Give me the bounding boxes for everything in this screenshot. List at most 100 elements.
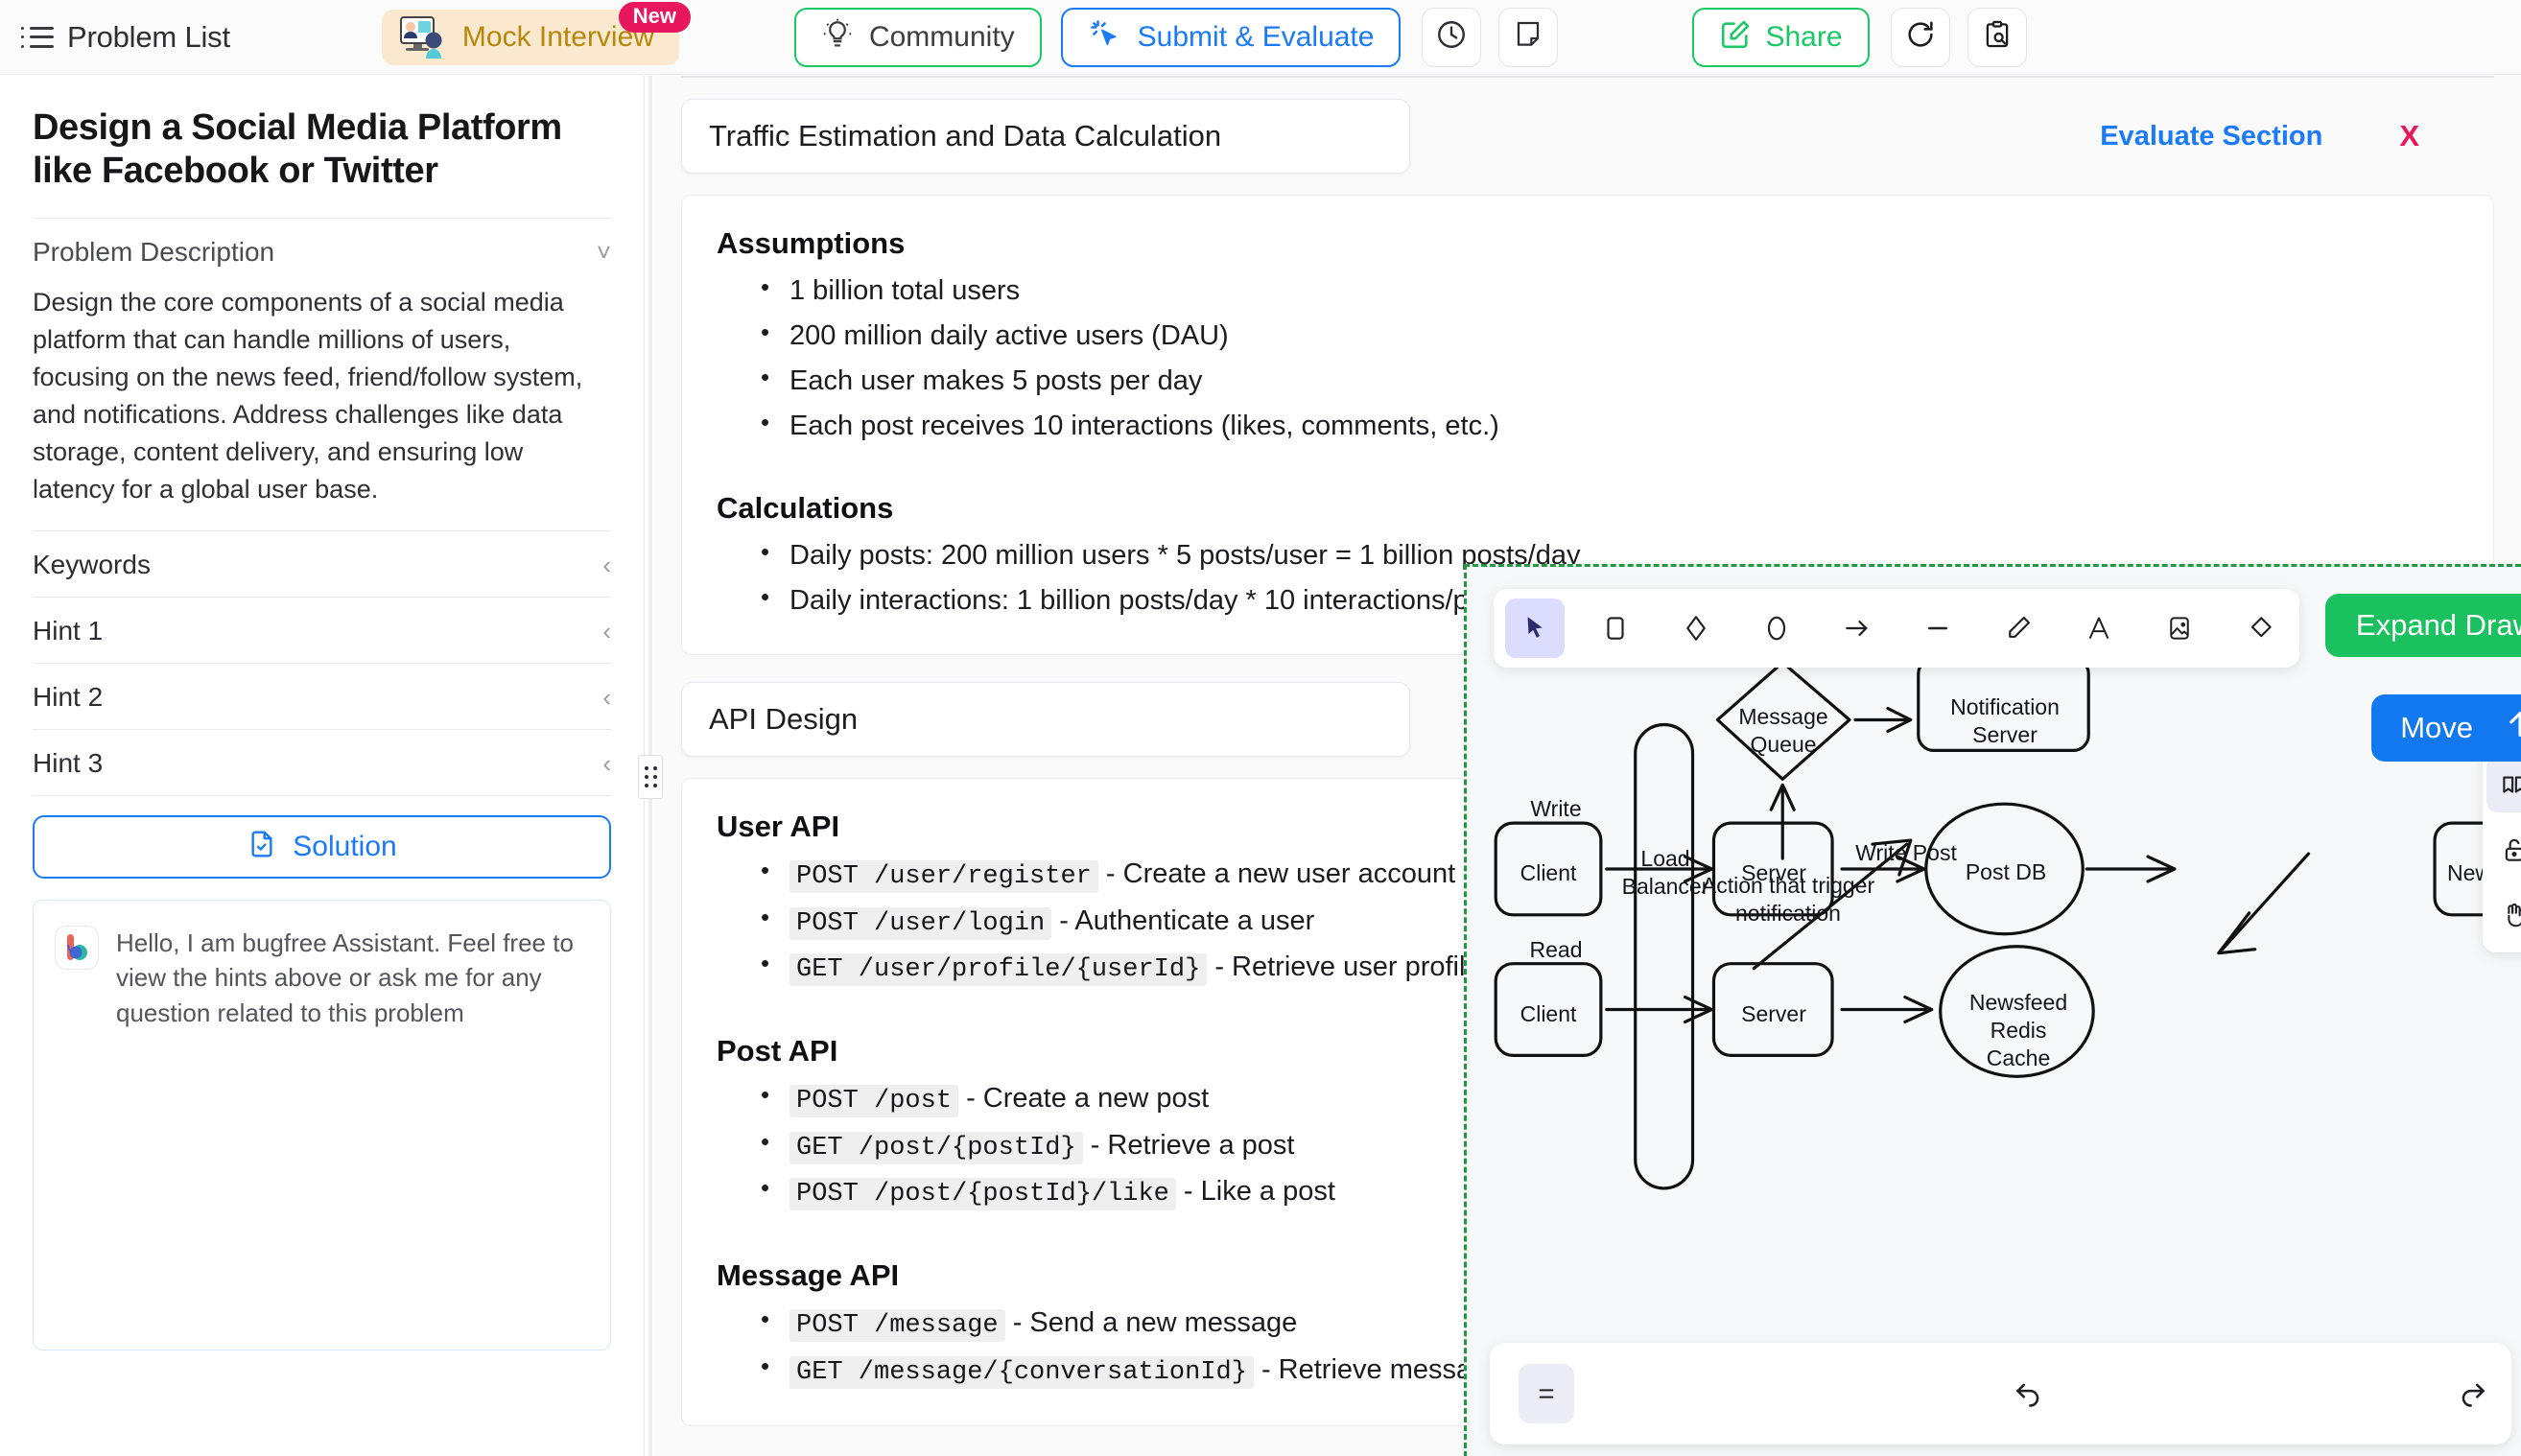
refresh-icon: [1904, 18, 1937, 56]
sidebar-item-hint-3[interactable]: Hint 3 ‹: [33, 729, 611, 795]
list-item: Each user makes 5 posts per day: [761, 359, 2459, 404]
community-label: Community: [869, 21, 1015, 54]
list-item: 1 billion total users: [761, 269, 2459, 314]
history-button[interactable]: [1422, 8, 1481, 67]
clock-icon: [1435, 18, 1468, 56]
draw-side-tools: [2483, 747, 2521, 952]
accordion-label: Keywords: [33, 550, 151, 580]
endpoint-desc: - Create a new user account: [1098, 858, 1455, 889]
clipboard-search-icon: [1982, 19, 2013, 55]
notes-button[interactable]: [1498, 8, 1558, 67]
move-button[interactable]: Move: [2371, 694, 2521, 762]
section-header-traffic: Traffic Estimation and Data Calculation …: [681, 99, 2494, 174]
chevron-left-icon: ‹: [602, 685, 611, 710]
solution-label: Solution: [293, 831, 396, 863]
section-title-traffic[interactable]: Traffic Estimation and Data Calculation: [681, 99, 1410, 174]
problem-list-label[interactable]: Problem List: [67, 20, 230, 55]
page-title: Design a Social Media Platform like Face…: [33, 106, 611, 193]
endpoint-code: GET /post/{postId}: [789, 1132, 1083, 1164]
problem-sidebar: Design a Social Media Platform like Face…: [0, 76, 645, 1456]
solution-button[interactable]: Solution: [33, 815, 611, 879]
share-label: Share: [1765, 21, 1842, 54]
eraser-tool[interactable]: [2230, 599, 2290, 658]
rectangle-tool[interactable]: [1586, 599, 1645, 658]
accordion-problem-description[interactable]: Problem Description ˅: [33, 218, 611, 284]
chevron-left-icon: ‹: [602, 619, 611, 644]
redo-button[interactable]: [2457, 1375, 2489, 1413]
divider: [33, 795, 611, 796]
diagram-label-write: Write: [1513, 795, 1599, 823]
accordion-label: Problem Description: [33, 237, 274, 268]
arrow-up-icon: [2504, 708, 2521, 748]
endpoint-desc: - Send a new message: [1005, 1307, 1298, 1338]
close-section-button[interactable]: X: [2399, 119, 2419, 153]
move-label: Move: [2400, 711, 2473, 745]
submit-evaluate-button[interactable]: Submit & Evaluate: [1061, 8, 1402, 67]
app-root: Problem List Mock Interview: [0, 0, 2521, 1456]
list-item: Each post receives 10 interactions (like…: [761, 404, 2459, 449]
draw-menu-button[interactable]: [1519, 1364, 1574, 1423]
diagram-node-message-queue: Message Queue: [1735, 703, 1831, 759]
diagram-node-post-db: Post DB: [1946, 858, 2065, 886]
sidebar-item-keywords[interactable]: Keywords ‹: [33, 530, 611, 597]
endpoint-code: POST /post/{postId}/like: [789, 1178, 1176, 1210]
diagram-node-notification-server: Notification Server: [1920, 693, 2090, 749]
submit-evaluate-label: Submit & Evaluate: [1138, 21, 1375, 54]
mock-interview-icon: [399, 15, 449, 59]
image-tool[interactable]: [2150, 599, 2209, 658]
draw-canvas[interactable]: Write Read Write Post Action that trigge…: [1467, 567, 2521, 1456]
assistant-message: Hello, I am bugfree Assistant. Feel free…: [116, 926, 589, 1032]
chevron-down-icon: ˅: [597, 240, 611, 265]
endpoint-code: POST /message: [789, 1309, 1005, 1342]
endpoint-code: POST /user/login: [789, 907, 1051, 940]
clipboard-search-button[interactable]: [1967, 8, 2027, 67]
endpoint-code: POST /post: [789, 1085, 958, 1117]
calculations-heading: Calculations: [717, 491, 2459, 526]
community-button[interactable]: Community: [794, 8, 1042, 67]
draw-tools-bar: [1494, 589, 2299, 668]
mock-interview-wrapper: Mock Interview New: [382, 10, 679, 65]
assistant-message-row: Hello, I am bugfree Assistant. Feel free…: [55, 926, 589, 1032]
evaluate-section-link[interactable]: Evaluate Section: [2100, 121, 2322, 153]
lock-tool[interactable]: [2486, 822, 2521, 878]
endpoint-desc: - Like a post: [1176, 1176, 1335, 1207]
document-check-icon: [247, 829, 277, 864]
problem-description-text: Design the core components of a social m…: [33, 284, 611, 530]
assistant-panel: Hello, I am bugfree Assistant. Feel free…: [33, 900, 611, 1350]
hand-tool[interactable]: [2486, 887, 2521, 943]
line-tool[interactable]: [1908, 599, 1967, 658]
diagram-node-newsfeed-redis-cache: Newsfeed Redis Cache: [1956, 989, 2081, 1071]
endpoint-desc: - Create a new post: [958, 1083, 1209, 1114]
note-icon: [1513, 19, 1543, 55]
hamburger-icon[interactable]: [21, 23, 54, 52]
endpoint-desc: - Retrieve user profile: [1207, 951, 1480, 982]
diamond-tool[interactable]: [1666, 599, 1726, 658]
refresh-button[interactable]: [1891, 8, 1950, 67]
chevron-left-icon: ‹: [602, 751, 611, 776]
section-title-api[interactable]: API Design: [681, 682, 1410, 757]
draw-canvas-overlay[interactable]: Write Read Write Post Action that trigge…: [1464, 564, 2521, 1456]
sidebar-item-hint-2[interactable]: Hint 2 ‹: [33, 663, 611, 729]
library-tool[interactable]: [2486, 757, 2521, 812]
share-button[interactable]: Share: [1692, 8, 1869, 67]
endpoint-desc: - Retrieve a post: [1083, 1130, 1295, 1161]
diagram-node-client-read: Client: [1496, 1000, 1601, 1028]
endpoint-desc: - Authenticate a user: [1051, 905, 1314, 936]
accordion-label: Hint 1: [33, 616, 103, 646]
sidebar-item-hint-1[interactable]: Hint 1 ‹: [33, 597, 611, 663]
arrow-tool[interactable]: [1827, 599, 1887, 658]
diagram-node-server-write: Server: [1714, 859, 1833, 887]
lightbulb-icon: [821, 18, 854, 56]
panel-resize-handle[interactable]: [638, 755, 663, 799]
expand-draw-button[interactable]: Expand Draw: [2325, 594, 2521, 657]
draw-tool[interactable]: [1989, 599, 2048, 658]
ellipse-tool[interactable]: [1747, 599, 1806, 658]
diagram-label-read: Read: [1513, 936, 1599, 964]
new-badge: New: [619, 2, 691, 33]
endpoint-code: GET /message/{conversationId}: [789, 1356, 1254, 1389]
undo-button[interactable]: [2012, 1375, 2044, 1413]
diagram-node-client-write: Client: [1496, 859, 1601, 887]
selection-tool[interactable]: [1505, 599, 1565, 658]
assumptions-list: 1 billion total users 200 million daily …: [761, 269, 2459, 449]
text-tool[interactable]: [2069, 599, 2129, 658]
